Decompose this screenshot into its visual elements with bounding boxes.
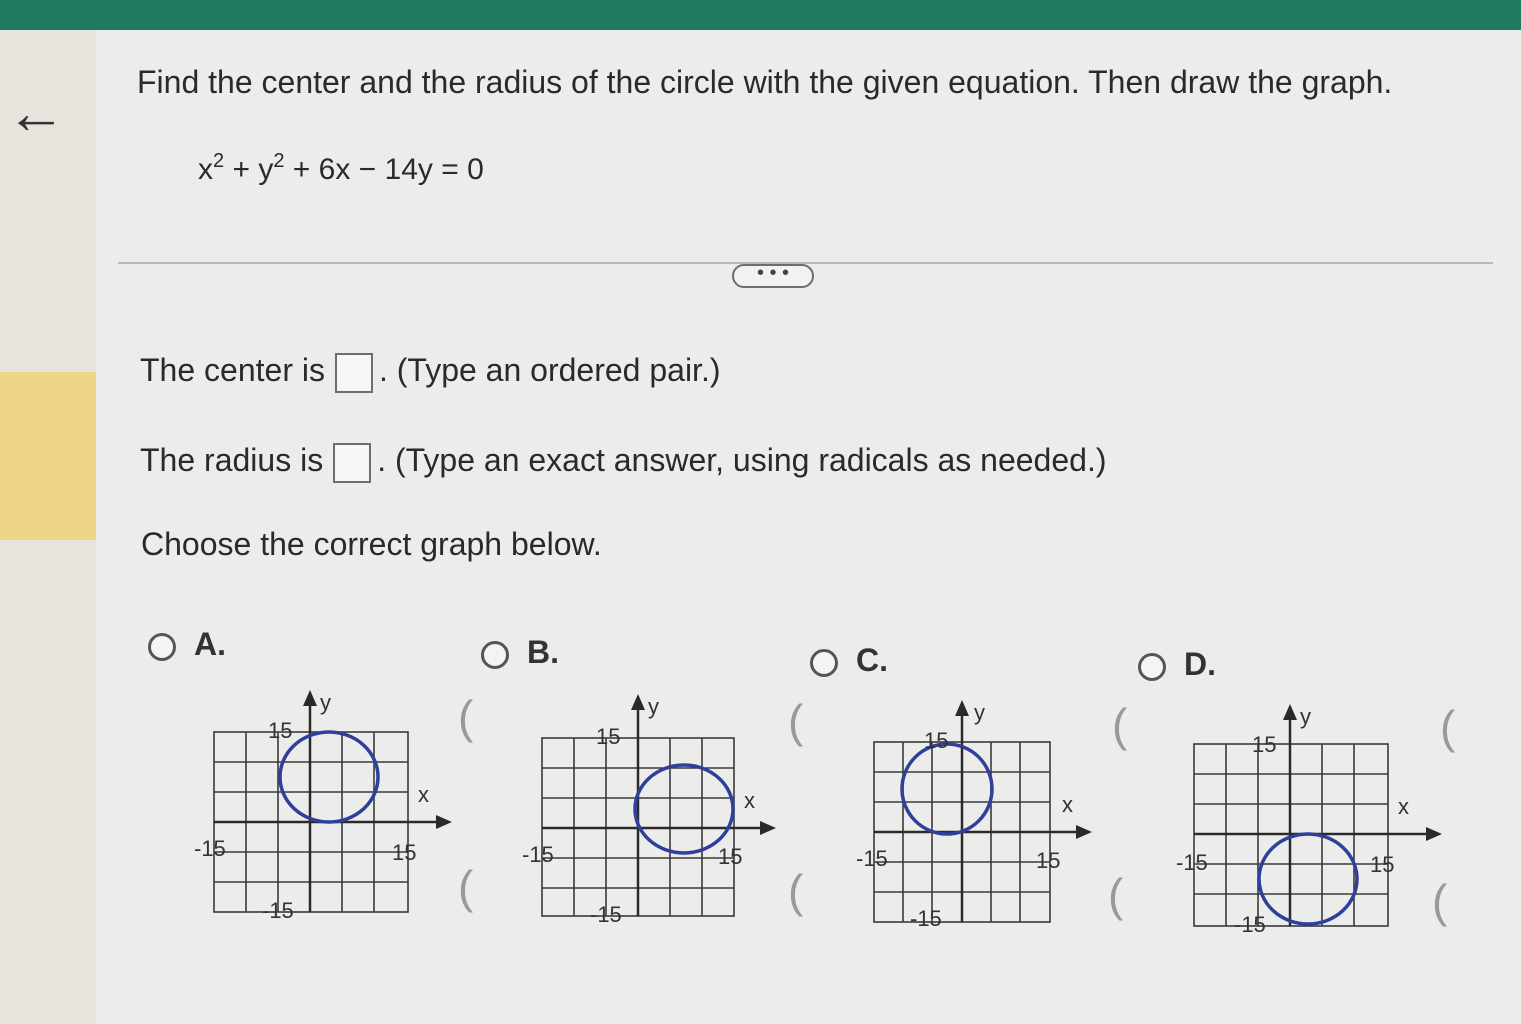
zoom-icon-c-bottom[interactable]: ( [1108,868,1123,922]
option-b-label: B. [527,634,559,670]
option-d[interactable]: D. [1138,646,1216,683]
graph-a[interactable]: 15 -15 15 -15 x y [190,688,460,928]
center-prefix: The center is [140,352,325,388]
zoom-icon-d-bottom[interactable]: ( [1432,874,1447,928]
graph-c-yneg: -15 [910,906,942,931]
graph-b-yaxis-label: y [648,694,659,719]
radius-prefix: The radius is [140,442,324,478]
eq-x: x [198,153,213,186]
zoom-icon-b-bottom[interactable]: ( [788,864,803,918]
center-answer-input[interactable] [334,352,373,393]
more-button[interactable]: • • • [732,263,814,288]
graph-d-yaxis-label: y [1300,704,1311,729]
option-a-label: A. [194,626,226,662]
equation: x2 + y2 + 6x − 14y = 0 [198,150,484,187]
graph-a-xpos: 15 [392,840,416,865]
graph-a-ytick: 15 [268,718,292,743]
graph-c-xpos: 15 [1036,848,1060,873]
radius-answer-input[interactable] [333,442,372,483]
eq-rest: + 6x − 14y = 0 [284,153,484,186]
eq-y: + y [224,153,274,186]
center-line: The center is . (Type an ordered pair.) [140,352,720,393]
option-b[interactable]: B. [481,634,559,671]
graph-d[interactable]: 15 -15 15 -15 x y [1172,702,1462,942]
choose-label: Choose the correct graph below. [141,526,602,562]
option-a-radio[interactable] [148,632,176,661]
graph-c-xneg: -15 [856,846,888,871]
option-c-label: C. [856,642,888,678]
graph-d-xpos: 15 [1370,852,1394,877]
graph-d-xneg: -15 [1176,850,1208,875]
option-b-radio[interactable] [481,640,509,669]
graph-a-yneg: -15 [262,898,294,923]
graph-b-xneg: -15 [522,842,554,867]
graph-c[interactable]: 15 -15 15 -15 x y [852,698,1122,938]
eq-y-exponent: 2 [273,150,285,172]
option-c-radio[interactable] [810,648,838,677]
question-prompt: Find the center and the radius of the ci… [137,64,1393,100]
radius-line: The radius is . (Type an exact answer, us… [140,442,1106,483]
zoom-icon-a-top[interactable]: ( [458,690,473,744]
side-highlight [0,372,96,540]
zoom-icon-d-top[interactable]: ( [1440,700,1455,754]
graph-c-yaxis-label: y [974,700,985,725]
graph-a-xneg: -15 [194,836,226,861]
graph-b-yneg: -15 [590,902,622,927]
graph-b-xpos: 15 [718,844,742,869]
graph-b-ytick: 15 [596,724,620,749]
graph-d-ytick: 15 [1252,732,1276,757]
option-a[interactable]: A. [148,626,226,663]
graph-c-ytick: 15 [924,728,948,753]
graph-d-xaxis-label: x [1398,794,1409,819]
graph-a-yaxis-label: y [320,690,331,715]
graph-a-xaxis-label: x [418,782,429,807]
graph-c-xaxis-label: x [1062,792,1073,817]
option-d-radio[interactable] [1138,652,1166,681]
radius-suffix: . (Type an exact answer, using radicals … [377,442,1107,478]
graph-b[interactable]: 15 -15 15 -15 x y [518,692,788,932]
back-arrow-icon[interactable]: ← [6,78,66,148]
center-suffix: . (Type an ordered pair.) [378,352,721,388]
option-d-label: D. [1184,646,1216,682]
zoom-icon-b-top[interactable]: ( [788,694,803,748]
eq-x-exponent: 2 [213,150,225,172]
option-c[interactable]: C. [810,642,888,679]
graph-b-xaxis-label: x [744,788,755,813]
zoom-icon-c-top[interactable]: ( [1112,698,1127,752]
zoom-icon-a-bottom[interactable]: ( [458,860,473,914]
graph-d-yneg: -15 [1234,912,1266,937]
